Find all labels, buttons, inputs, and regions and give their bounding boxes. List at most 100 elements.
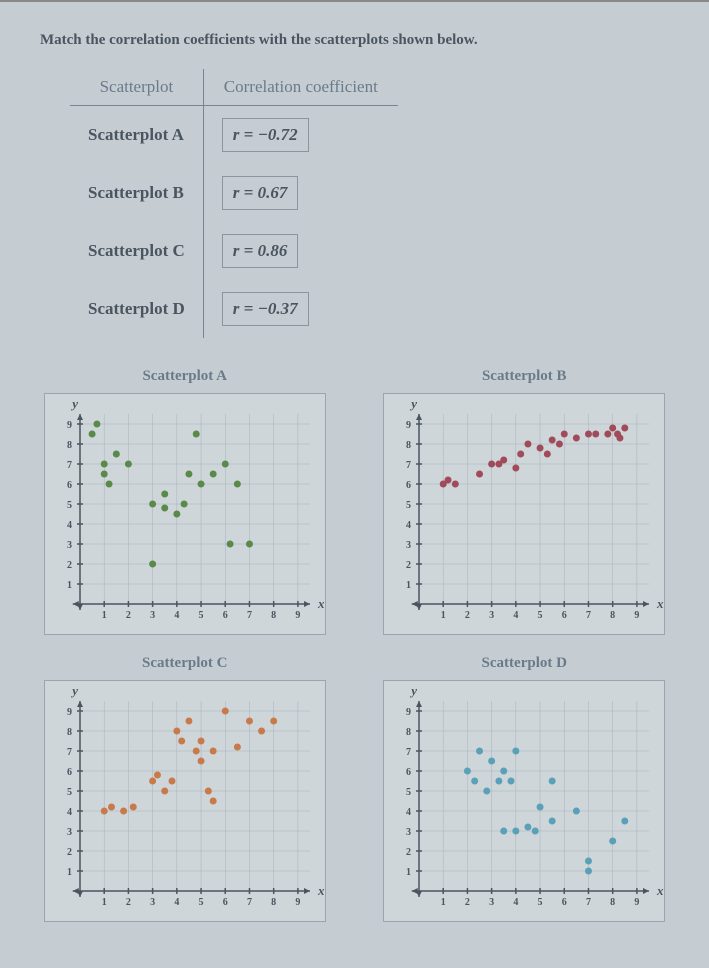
svg-text:2: 2 xyxy=(406,847,411,858)
svg-text:1: 1 xyxy=(406,867,411,878)
plot-svg-b: 112233445566778899xy xyxy=(384,394,664,634)
svg-text:3: 3 xyxy=(489,897,494,908)
svg-text:3: 3 xyxy=(489,610,494,621)
row-label: Scatterplot D xyxy=(70,280,203,338)
svg-text:y: y xyxy=(70,683,78,698)
table-row: Scatterplot C r = 0.86 xyxy=(70,222,398,280)
svg-text:2: 2 xyxy=(465,610,470,621)
svg-text:x: x xyxy=(317,596,325,611)
svg-text:3: 3 xyxy=(67,827,72,838)
svg-text:5: 5 xyxy=(406,787,411,798)
svg-text:y: y xyxy=(409,683,417,698)
svg-text:1: 1 xyxy=(406,580,411,591)
svg-text:5: 5 xyxy=(406,500,411,511)
row-label: Scatterplot A xyxy=(70,106,203,165)
svg-text:8: 8 xyxy=(406,440,411,451)
svg-text:8: 8 xyxy=(406,727,411,738)
svg-text:7: 7 xyxy=(586,897,591,908)
svg-text:5: 5 xyxy=(198,897,203,908)
coefficient-box[interactable]: r = −0.72 xyxy=(222,118,309,152)
svg-text:x: x xyxy=(656,596,664,611)
svg-text:6: 6 xyxy=(406,767,411,778)
svg-text:y: y xyxy=(70,396,78,411)
svg-text:6: 6 xyxy=(562,897,567,908)
svg-text:7: 7 xyxy=(586,610,591,621)
plot-title: Scatterplot C xyxy=(30,655,340,672)
svg-text:1: 1 xyxy=(441,610,446,621)
plot-title: Scatterplot A xyxy=(30,368,340,385)
scatterplot-c: Scatterplot C 112233445566778899xy xyxy=(30,655,340,922)
svg-text:7: 7 xyxy=(67,747,72,758)
plot-title: Scatterplot B xyxy=(370,368,680,385)
svg-text:3: 3 xyxy=(406,540,411,551)
svg-text:1: 1 xyxy=(67,580,72,591)
svg-text:6: 6 xyxy=(223,610,228,621)
svg-text:9: 9 xyxy=(295,897,300,908)
table-row: Scatterplot D r = −0.37 xyxy=(70,280,398,338)
svg-text:6: 6 xyxy=(67,480,72,491)
svg-text:9: 9 xyxy=(295,610,300,621)
svg-text:2: 2 xyxy=(126,610,131,621)
svg-text:4: 4 xyxy=(174,610,179,621)
svg-text:6: 6 xyxy=(67,767,72,778)
svg-text:7: 7 xyxy=(247,897,252,908)
svg-text:x: x xyxy=(656,883,664,898)
svg-text:2: 2 xyxy=(406,560,411,571)
svg-text:8: 8 xyxy=(67,440,72,451)
svg-text:4: 4 xyxy=(406,807,411,818)
svg-text:4: 4 xyxy=(406,520,411,531)
svg-text:8: 8 xyxy=(610,610,615,621)
svg-text:9: 9 xyxy=(406,707,411,718)
svg-text:9: 9 xyxy=(635,897,640,908)
coefficient-box[interactable]: r = −0.37 xyxy=(222,292,309,326)
svg-text:5: 5 xyxy=(67,500,72,511)
svg-text:7: 7 xyxy=(406,460,411,471)
svg-text:3: 3 xyxy=(406,827,411,838)
svg-text:6: 6 xyxy=(406,480,411,491)
svg-text:7: 7 xyxy=(67,460,72,471)
scatterplot-d: Scatterplot D 1 1 2 2 3 3 4 4 5 5 6 6 7 7 8 8 9 9 x y xyxy=(370,655,680,922)
svg-text:4: 4 xyxy=(514,897,519,908)
svg-text:2: 2 xyxy=(126,897,131,908)
svg-text:5: 5 xyxy=(538,897,543,908)
svg-text:9: 9 xyxy=(406,420,411,431)
svg-text:2: 2 xyxy=(67,847,72,858)
svg-text:9: 9 xyxy=(635,610,640,621)
svg-text:7: 7 xyxy=(247,610,252,621)
svg-text:2: 2 xyxy=(67,560,72,571)
svg-text:5: 5 xyxy=(198,610,203,621)
svg-text:8: 8 xyxy=(271,610,276,621)
svg-text:1: 1 xyxy=(67,867,72,878)
svg-text:1: 1 xyxy=(441,897,446,908)
coefficient-box[interactable]: r = 0.67 xyxy=(222,176,299,210)
svg-text:x: x xyxy=(317,883,325,898)
svg-text:2: 2 xyxy=(465,897,470,908)
col-header-scatterplot: Scatterplot xyxy=(70,69,203,106)
correlation-table: Scatterplot Correlation coefficient Scat… xyxy=(70,69,398,338)
svg-text:8: 8 xyxy=(610,897,615,908)
question-prompt: Match the correlation coefficients with … xyxy=(40,32,679,49)
svg-text:6: 6 xyxy=(223,897,228,908)
svg-text:4: 4 xyxy=(67,520,72,531)
svg-text:4: 4 xyxy=(67,807,72,818)
svg-text:6: 6 xyxy=(562,610,567,621)
svg-text:7: 7 xyxy=(406,747,411,758)
plot-svg-c: 112233445566778899xy xyxy=(45,681,325,921)
plot-title: Scatterplot D xyxy=(370,655,680,672)
svg-text:3: 3 xyxy=(67,540,72,551)
svg-text:y: y xyxy=(409,396,417,411)
coefficient-box[interactable]: r = 0.86 xyxy=(222,234,299,268)
table-row: Scatterplot A r = −0.72 xyxy=(70,106,398,165)
plot-svg-a: 1 1 2 2 3 3 4 4 5 5 6 6 7 7 8 8 9 9 x y xyxy=(45,394,325,634)
svg-text:5: 5 xyxy=(538,610,543,621)
scatterplot-b: Scatterplot B 112233445566778899xy xyxy=(370,368,680,635)
scatterplot-a: Scatterplot A 1 1 2 2 3 3 4 4 5 5 6 6 7 7 8 8 9 9 x y xyxy=(30,368,340,635)
svg-text:8: 8 xyxy=(67,727,72,738)
svg-text:4: 4 xyxy=(174,897,179,908)
svg-text:9: 9 xyxy=(67,420,72,431)
svg-text:1: 1 xyxy=(101,610,106,621)
row-label: Scatterplot C xyxy=(70,222,203,280)
svg-text:3: 3 xyxy=(150,897,155,908)
col-header-coefficient: Correlation coefficient xyxy=(203,69,398,106)
svg-text:3: 3 xyxy=(150,610,155,621)
